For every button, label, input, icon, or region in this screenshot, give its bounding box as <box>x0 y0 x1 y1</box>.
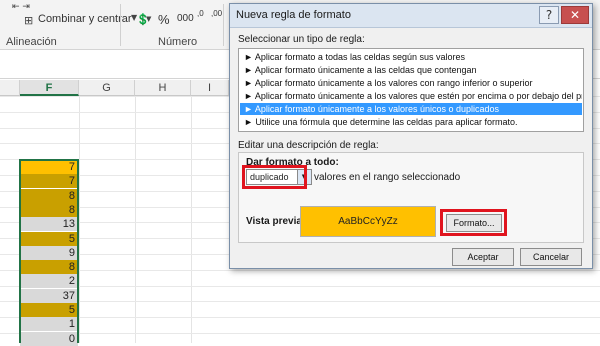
grid-line <box>79 96 80 343</box>
column-header-f[interactable]: F <box>20 80 79 96</box>
rule-type-item[interactable]: ► Aplicar formato únicamente a los valor… <box>240 77 582 89</box>
grid-line <box>135 96 136 343</box>
merge-cells-icon[interactable]: ⊞ <box>24 14 33 27</box>
indent-icon[interactable]: ⇤ ⇥ <box>12 2 30 12</box>
currency-dropdown-icon[interactable]: ▼ <box>146 15 151 23</box>
group-label-number: Número <box>158 36 198 48</box>
dialog-title: Nueva regla de formato <box>236 9 351 21</box>
help-button[interactable]: ? <box>539 6 559 24</box>
grid-line <box>191 96 192 343</box>
percent-button[interactable]: % <box>158 12 170 27</box>
grid-line <box>0 333 600 334</box>
rule-type-item[interactable]: ► Utilice una fórmula que determine las … <box>240 116 582 128</box>
rule-type-item[interactable]: ► Aplicar formato únicamente a los valor… <box>240 90 582 102</box>
highlight-box <box>242 165 307 189</box>
highlight-box <box>440 209 507 236</box>
rule-type-item-selected[interactable]: ► Aplicar formato únicamente a los valor… <box>240 103 582 115</box>
selection-border <box>19 159 79 343</box>
preview-label: Vista previa: <box>246 216 306 227</box>
range-text: valores en el rango seleccionado <box>314 172 461 183</box>
grid-line <box>0 269 600 271</box>
ribbon-divider <box>223 4 224 46</box>
group-label-alignment: Alineación <box>6 36 57 48</box>
accept-button[interactable]: Aceptar <box>452 248 514 266</box>
edit-description-label: Editar una descripción de regla: <box>238 140 379 151</box>
ribbon-divider <box>120 4 121 46</box>
close-button[interactable]: ✕ <box>561 6 589 24</box>
format-preview: AaBbCcYyZz <box>300 206 436 237</box>
dialog-titlebar[interactable]: Nueva regla de formato ? ✕ <box>230 4 592 28</box>
increase-decimal-button[interactable]: ,0 <box>197 9 204 18</box>
grid-line <box>0 285 600 287</box>
new-format-rule-dialog: Nueva regla de formato ? ✕ Seleccionar u… <box>229 3 593 269</box>
rule-type-item[interactable]: ► Aplicar formato únicamente a las celda… <box>240 64 582 76</box>
select-all-corner[interactable] <box>0 80 20 96</box>
grid-line <box>0 317 600 319</box>
column-header-h[interactable]: H <box>135 80 191 96</box>
rule-type-list[interactable]: ► Aplicar formato a todas las celdas seg… <box>238 48 584 132</box>
select-rule-type-label: Seleccionar un tipo de regla: <box>238 34 365 45</box>
thousands-button[interactable]: 000 <box>177 13 194 24</box>
column-header-i[interactable]: I <box>191 80 229 96</box>
merge-center-button[interactable]: Combinar y centrar <box>38 13 132 25</box>
rule-type-item[interactable]: ► Aplicar formato a todas las celdas seg… <box>240 51 582 63</box>
grid-line <box>0 301 600 303</box>
column-header-g[interactable]: G <box>79 80 135 96</box>
cancel-button[interactable]: Cancelar <box>520 248 582 266</box>
decrease-decimal-button[interactable]: ,00 <box>211 9 222 18</box>
